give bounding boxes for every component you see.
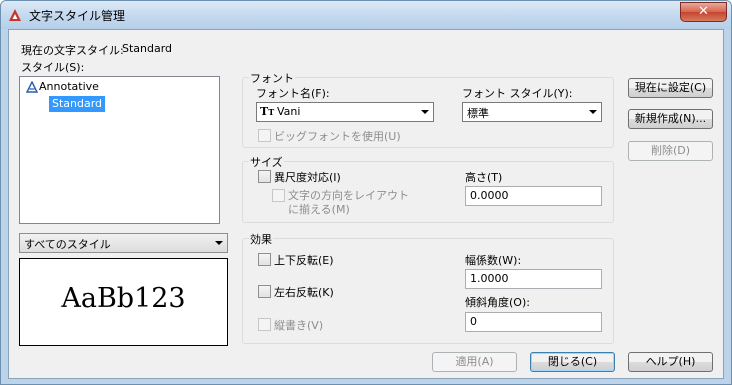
- help-button[interactable]: ヘルプ(H): [628, 352, 713, 372]
- backwards-label: 左右反転(K): [274, 286, 334, 299]
- current-style-label: 現在の文字スタイル:: [21, 44, 124, 57]
- window-title: 文字スタイル管理: [29, 9, 126, 23]
- width-factor-input[interactable]: 1.0000: [465, 269, 602, 289]
- height-value: 0.0000: [470, 189, 509, 202]
- list-item[interactable]: Annotative: [24, 79, 102, 95]
- style-filter-dropdown[interactable]: すべてのスタイル: [19, 233, 228, 253]
- upside-down-label: 上下反転(E): [274, 254, 334, 267]
- match-orientation-checkbox[interactable]: [272, 189, 285, 202]
- height-input[interactable]: 0.0000: [465, 186, 602, 206]
- chevron-down-icon: [421, 110, 429, 114]
- new-style-button[interactable]: 新規作成(N)...: [628, 109, 713, 129]
- annotative-icon: [26, 81, 38, 93]
- annotative-label: 異尺度対応(I): [274, 171, 341, 184]
- effects-group-title: 効果: [249, 231, 273, 247]
- font-style-label: フォント スタイル(Y):: [462, 87, 573, 100]
- close-button[interactable]: 閉じる(C): [530, 352, 615, 372]
- close-window-button[interactable]: ✕: [680, 2, 727, 22]
- backwards-checkbox[interactable]: [258, 285, 271, 298]
- vertical-label: 縦書き(V): [274, 319, 324, 332]
- styles-list[interactable]: Annotative Standard: [19, 76, 220, 224]
- height-label: 高さ(T): [465, 171, 503, 184]
- chevron-down-icon: [215, 241, 223, 245]
- width-factor-value: 1.0000: [470, 272, 509, 285]
- width-factor-label: 幅係数(W):: [465, 254, 522, 267]
- annotative-checkbox[interactable]: [258, 170, 271, 183]
- bigfont-label: ビッグフォントを使用(U): [274, 130, 401, 143]
- font-name-value: Vani: [277, 105, 301, 118]
- list-item-label: Annotative: [39, 80, 99, 93]
- list-item-label: Standard: [52, 97, 103, 110]
- font-style-value: 標準: [467, 107, 489, 120]
- vertical-checkbox[interactable]: [258, 318, 271, 331]
- delete-button[interactable]: 削除(D): [628, 141, 713, 161]
- font-name-label: フォント名(F):: [256, 87, 330, 100]
- effects-group: 効果 上下反転(E) 左右反転(K) 縦書き(V) 幅係数(W): 1.0000…: [242, 231, 614, 344]
- font-group-title: フォント: [249, 70, 295, 86]
- truetype-icon: TT: [260, 105, 275, 118]
- preview-text: AaBb123: [61, 283, 186, 314]
- match-orientation-label-line2: に揃える(M): [288, 203, 350, 216]
- text-style-dialog: 文字スタイル管理 ✕ 現在の文字スタイル: Standard スタイル(S): …: [0, 0, 732, 385]
- upside-down-checkbox[interactable]: [258, 253, 271, 266]
- font-name-dropdown[interactable]: TT Vani: [256, 102, 434, 122]
- oblique-angle-input[interactable]: 0: [465, 312, 602, 332]
- apply-button[interactable]: 適用(A): [432, 352, 517, 372]
- dialog-body: 現在の文字スタイル: Standard スタイル(S): Annotative …: [8, 29, 724, 379]
- size-group: サイズ 異尺度対応(I) 文字の方向をレイアウト に揃える(M) 高さ(T) 0…: [242, 154, 614, 223]
- font-group: フォント フォント名(F): TT Vani フォント スタイル(Y): 標準 …: [242, 70, 614, 148]
- oblique-angle-value: 0: [470, 315, 477, 328]
- app-logo-icon: [9, 9, 21, 21]
- preview-panel: AaBb123: [19, 258, 228, 346]
- bigfont-checkbox[interactable]: [258, 129, 271, 142]
- oblique-angle-label: 傾斜角度(O):: [465, 296, 530, 309]
- size-group-title: サイズ: [249, 154, 284, 170]
- set-current-button[interactable]: 現在に設定(C): [628, 78, 713, 98]
- styles-label: スタイル(S):: [21, 61, 85, 74]
- style-filter-value: すべてのスタイル: [24, 238, 111, 251]
- font-style-dropdown[interactable]: 標準: [462, 102, 602, 122]
- list-item-selected[interactable]: Standard: [49, 96, 106, 112]
- chevron-down-icon: [589, 110, 597, 114]
- title-bar[interactable]: 文字スタイル管理 ✕: [1, 1, 731, 29]
- current-style-value: Standard: [122, 42, 173, 55]
